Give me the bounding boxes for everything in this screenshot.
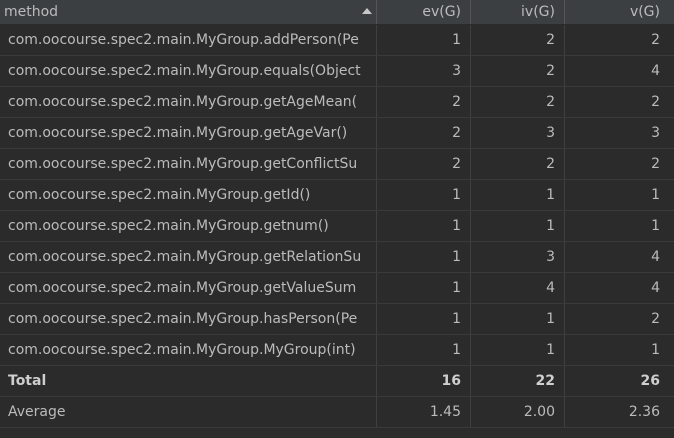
table-row[interactable]: com.oocourse.spec2.main.MyGroup.getId() … [0,180,674,211]
v-cell: 1 [651,187,660,203]
iv-cell: 1 [471,335,565,365]
ev-cell: 1 [377,273,471,303]
sort-ascending-icon [362,8,372,14]
v-cell: 3 [651,125,660,141]
iv-cell: 3 [471,118,565,148]
iv-cell: 2 [471,25,565,55]
total-ev: 16 [377,366,471,396]
v-cell: 4 [651,63,660,79]
table-row[interactable]: com.oocourse.spec2.main.MyGroup.addPerso… [0,25,674,56]
column-header-method-label: method [4,4,59,20]
iv-cell: 3 [471,242,565,272]
v-cell: 4 [651,249,660,265]
column-header-ev[interactable]: ev(G) [377,0,471,24]
average-iv: 2.00 [471,397,565,427]
total-label: Total [0,366,377,396]
average-ev: 1.45 [377,397,471,427]
v-cell: 1 [651,342,660,358]
v-cell: 2 [651,156,660,172]
ev-cell: 1 [377,211,471,241]
total-v: 26 [640,373,660,389]
total-iv: 22 [471,366,565,396]
iv-cell: 1 [471,180,565,210]
column-header-v[interactable]: v(G) [565,0,674,24]
ev-cell: 2 [377,149,471,179]
ev-cell: 1 [377,25,471,55]
ev-cell: 1 [377,242,471,272]
ev-cell: 2 [377,87,471,117]
table-row[interactable]: com.oocourse.spec2.main.MyGroup.equals(O… [0,56,674,87]
iv-cell: 1 [471,304,565,334]
ev-cell: 1 [377,335,471,365]
method-cell: com.oocourse.spec2.main.MyGroup.MyGroup(… [0,335,377,365]
table-row[interactable]: com.oocourse.spec2.main.MyGroup.getAgeVa… [0,118,674,149]
method-cell: com.oocourse.spec2.main.MyGroup.getRelat… [0,242,377,272]
method-cell: com.oocourse.spec2.main.MyGroup.hasPerso… [0,304,377,334]
average-row: Average 1.45 2.00 2.36 [0,397,674,428]
method-cell: com.oocourse.spec2.main.MyGroup.getAgeVa… [0,118,377,148]
method-cell: com.oocourse.spec2.main.MyGroup.equals(O… [0,56,377,86]
v-cell: 4 [651,280,660,296]
ev-cell: 2 [377,118,471,148]
table-row[interactable]: com.oocourse.spec2.main.MyGroup.getValue… [0,273,674,304]
iv-cell: 4 [471,273,565,303]
iv-cell: 2 [471,87,565,117]
table-row[interactable]: com.oocourse.spec2.main.MyGroup.getConfl… [0,149,674,180]
table-row[interactable]: com.oocourse.spec2.main.MyGroup.hasPerso… [0,304,674,335]
method-cell: com.oocourse.spec2.main.MyGroup.getnum() [0,211,377,241]
ev-cell: 3 [377,56,471,86]
table-row[interactable]: com.oocourse.spec2.main.MyGroup.MyGroup(… [0,335,674,366]
iv-cell: 2 [471,149,565,179]
total-row: Total 16 22 26 [0,366,674,397]
table-row[interactable]: com.oocourse.spec2.main.MyGroup.getRelat… [0,242,674,273]
method-cell: com.oocourse.spec2.main.MyGroup.getId() [0,180,377,210]
column-header-iv[interactable]: iv(G) [471,0,565,24]
v-cell: 2 [651,94,660,110]
method-cell: com.oocourse.spec2.main.MyGroup.addPerso… [0,25,377,55]
method-cell: com.oocourse.spec2.main.MyGroup.getAgeMe… [0,87,377,117]
table-row[interactable]: com.oocourse.spec2.main.MyGroup.getAgeMe… [0,87,674,118]
metrics-table: method ev(G) iv(G) v(G) com.oocourse.spe… [0,0,674,438]
v-cell: 1 [651,218,660,234]
average-label: Average [0,397,377,427]
column-header-method[interactable]: method [0,0,377,24]
method-cell: com.oocourse.spec2.main.MyGroup.getValue… [0,273,377,303]
ev-cell: 1 [377,304,471,334]
ev-cell: 1 [377,180,471,210]
iv-cell: 1 [471,211,565,241]
v-cell: 2 [651,311,660,327]
iv-cell: 2 [471,56,565,86]
method-cell: com.oocourse.spec2.main.MyGroup.getConfl… [0,149,377,179]
table-row[interactable]: com.oocourse.spec2.main.MyGroup.getnum()… [0,211,674,242]
average-v: 2.36 [628,404,660,420]
table-header: method ev(G) iv(G) v(G) [0,0,674,25]
v-cell: 2 [651,32,660,48]
